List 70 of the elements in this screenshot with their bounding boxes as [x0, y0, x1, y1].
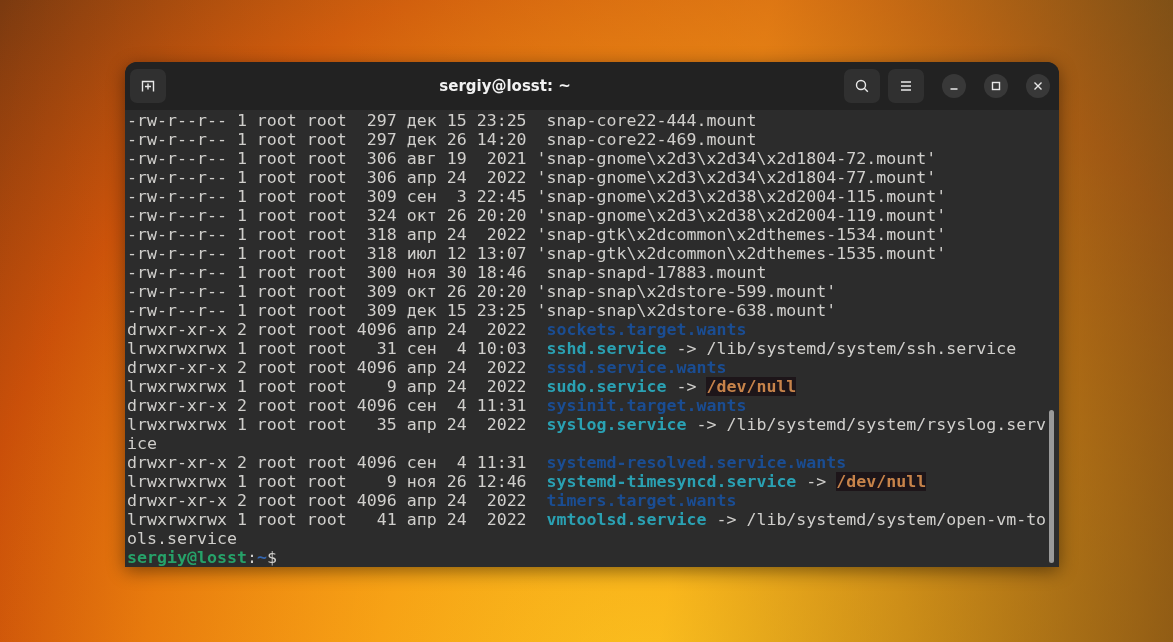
- terminal-text: -rw-r--r-- 1 root root 297 дек 26 14:20: [127, 130, 527, 149]
- minimize-button[interactable]: [942, 74, 966, 98]
- terminal-text: 'snap-snap\x2dstore-599.mount': [536, 282, 837, 301]
- directory-name: sssd.service.wants: [545, 358, 727, 377]
- terminal-text: -rw-r--r-- 1 root root 306 авг 19 2021: [127, 149, 527, 168]
- terminal-text: lrwxrwxrwx 1 root root 41 апр 24 2022: [127, 510, 527, 529]
- terminal-text: ->: [676, 339, 697, 358]
- terminal-text: -rw-r--r-- 1 root root 324 окт 26 20:20: [127, 206, 527, 225]
- terminal-text: -rw-r--r-- 1 root root 309 окт 26 20:20: [127, 282, 527, 301]
- terminal-text: -rw-r--r-- 1 root root 318 июл 12 13:07: [127, 244, 527, 263]
- terminal-text: ->: [806, 472, 827, 491]
- search-button[interactable]: [844, 69, 880, 103]
- directory-name: systemd-resolved.service.wants: [545, 453, 847, 472]
- symlink-name: sshd.service: [545, 339, 667, 358]
- terminal-text: /lib/systemd/system/rsyslog.serv: [726, 415, 1047, 434]
- terminal-text: lrwxrwxrwx 1 root root 35 апр 24 2022: [127, 415, 527, 434]
- terminal-text: -rw-r--r-- 1 root root 309 сен 3 22:45: [127, 187, 527, 206]
- link-target: /dev/null: [836, 472, 927, 491]
- symlink-name: sudo.service: [545, 377, 667, 396]
- terminal-text: ->: [716, 510, 737, 529]
- terminal-text: /lib/systemd/system/ssh.service: [706, 339, 1017, 358]
- terminal-text: 'snap-gnome\x2d3\x2d34\x2d1804-72.mount': [536, 149, 937, 168]
- directory-name: sysinit.target.wants: [545, 396, 747, 415]
- terminal-text: :: [246, 548, 257, 567]
- link-target: /dev/null: [706, 377, 797, 396]
- close-button[interactable]: [1026, 74, 1050, 98]
- terminal-text: 'snap-gnome\x2d3\x2d38\x2d2004-115.mount': [536, 187, 947, 206]
- terminal-text: -rw-r--r-- 1 root root 297 дек 15 23:25: [127, 111, 527, 130]
- terminal-text: 'snap-gtk\x2dcommon\x2dthemes-1535.mount': [536, 244, 947, 263]
- terminal-text: snap-snapd-17883.mount: [545, 263, 767, 282]
- terminal-text: 'snap-gnome\x2d3\x2d38\x2d2004-119.mount': [536, 206, 947, 225]
- prompt-user: sergiy@losst: [127, 548, 247, 567]
- menu-icon: [898, 78, 914, 94]
- new-tab-button[interactable]: [130, 69, 166, 103]
- terminal-text: 'snap-snap\x2dstore-638.mount': [536, 301, 837, 320]
- symlink-name: systemd-timesyncd.service: [545, 472, 797, 491]
- terminal-text: drwxr-xr-x 2 root root 4096 апр 24 2022: [127, 491, 527, 510]
- search-icon: [854, 78, 870, 94]
- terminal-text: drwxr-xr-x 2 root root 4096 сен 4 11:31: [127, 396, 527, 415]
- prompt-path: ~: [256, 548, 267, 567]
- terminal-text: 'snap-gnome\x2d3\x2d34\x2d1804-77.mount': [536, 168, 937, 187]
- directory-name: sockets.target.wants: [545, 320, 747, 339]
- menu-button[interactable]: [888, 69, 924, 103]
- symlink-name: vmtoolsd.service: [545, 510, 707, 529]
- terminal-text: ->: [696, 415, 717, 434]
- window-title: sergiy@losst: ~: [438, 77, 572, 95]
- terminal-text: lrwxrwxrwx 1 root root 9 апр 24 2022: [127, 377, 527, 396]
- scrollbar[interactable]: [1049, 410, 1054, 563]
- terminal-text: -rw-r--r-- 1 root root 318 апр 24 2022: [127, 225, 527, 244]
- terminal-text: drwxr-xr-x 2 root root 4096 сен 4 11:31: [127, 453, 527, 472]
- terminal-text: -rw-r--r-- 1 root root 300 ноя 30 18:46: [127, 263, 527, 282]
- terminal-text: snap-core22-469.mount: [545, 130, 757, 149]
- terminal-text: ->: [676, 377, 697, 396]
- new-tab-icon: [140, 78, 156, 94]
- terminal-text: drwxr-xr-x 2 root root 4096 апр 24 2022: [127, 320, 527, 339]
- terminal-text: /lib/systemd/system/open-vm-to: [746, 510, 1047, 529]
- terminal-text: snap-core22-444.mount: [545, 111, 757, 130]
- terminal-text: ice: [127, 434, 157, 453]
- terminal-text: drwxr-xr-x 2 root root 4096 апр 24 2022: [127, 358, 527, 377]
- maximize-button[interactable]: [984, 74, 1008, 98]
- terminal-text: -rw-r--r-- 1 root root 309 дек 15 23:25: [127, 301, 527, 320]
- terminal-text: lrwxrwxrwx 1 root root 9 ноя 26 12:46: [127, 472, 527, 491]
- terminal-text: $: [266, 548, 277, 567]
- minimize-icon: [950, 88, 958, 90]
- symlink-name: syslog.service: [545, 415, 687, 434]
- terminal-text: lrwxrwxrwx 1 root root 31 сен 4 10:03: [127, 339, 527, 358]
- terminal-text: 'snap-gtk\x2dcommon\x2dthemes-1534.mount': [536, 225, 947, 244]
- terminal-text: ols.service: [127, 529, 237, 548]
- terminal-text: -rw-r--r-- 1 root root 306 апр 24 2022: [127, 168, 527, 187]
- directory-name: timers.target.wants: [545, 491, 737, 510]
